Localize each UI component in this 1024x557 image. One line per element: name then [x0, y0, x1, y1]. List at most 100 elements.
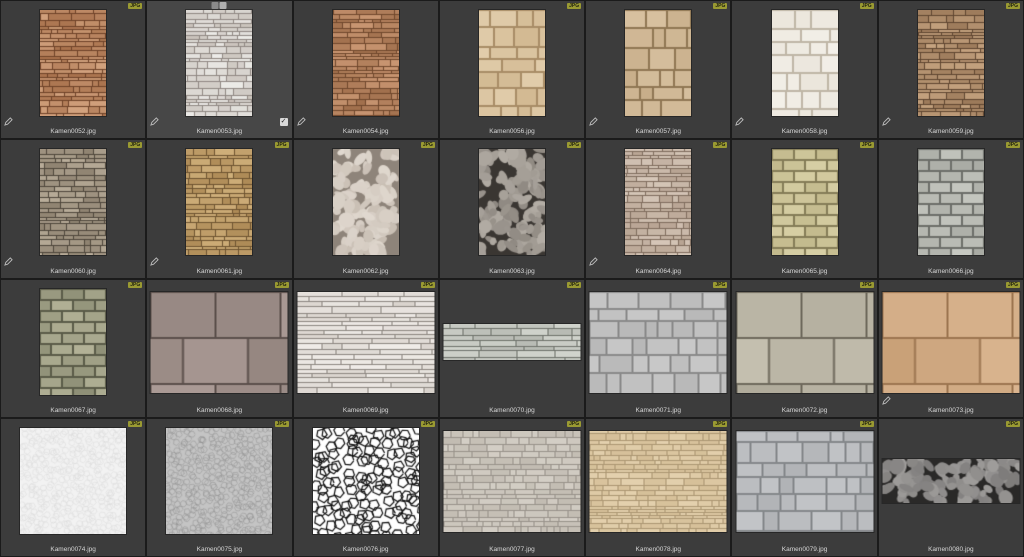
file-name: Kamen0062.jpg	[342, 267, 389, 275]
thumbnail-cell[interactable]: JPG Kamen0060.jpg	[1, 140, 146, 278]
file-type-badge: JPG	[567, 281, 582, 288]
texture-thumbnail[interactable]	[40, 149, 107, 256]
texture-thumbnail[interactable]	[186, 149, 253, 256]
thumbnail-cell[interactable]: JPG Kamen0078.jpg	[586, 418, 731, 556]
texture-thumbnail[interactable]	[589, 291, 727, 393]
thumbnail-cell[interactable]: JPG Kamen0070.jpg	[439, 279, 585, 417]
texture-thumbnail[interactable]	[625, 10, 692, 116]
file-type-badge: JPG	[859, 281, 874, 288]
file-type-badge: JPG	[420, 142, 435, 149]
texture-thumbnail[interactable]	[186, 10, 253, 116]
file-name: Kamen0072.jpg	[781, 406, 828, 414]
thumbnail-cell[interactable]: JPG Kamen0068.jpg	[147, 279, 292, 417]
texture-thumbnail[interactable]	[882, 291, 1020, 393]
thumbnail-cell[interactable]: JPG Kamen0075.jpg	[147, 418, 292, 556]
texture-thumbnail[interactable]	[882, 458, 1020, 503]
texture-thumbnail[interactable]	[166, 427, 273, 534]
texture-thumbnail[interactable]	[917, 10, 984, 116]
file-type-badge: JPG	[713, 3, 728, 9]
texture-thumbnail[interactable]	[478, 10, 545, 116]
pencil-icon[interactable]	[881, 396, 891, 405]
thumbnail-cell[interactable]: JPG Kamen0064.jpg	[586, 140, 731, 278]
file-type-badge: JPG	[274, 420, 289, 427]
texture-thumbnail[interactable]	[478, 149, 545, 256]
thumbnail-cell[interactable]: JPG Kamen0073.jpg	[878, 279, 1023, 417]
thumbnail-cell[interactable]: JPG Kamen0059.jpg	[878, 1, 1023, 139]
file-type-badge: JPG	[274, 281, 289, 288]
edit-icon[interactable]	[219, 2, 227, 9]
file-name: Kamen0074.jpg	[50, 546, 96, 553]
thumbnail-cell[interactable]: JPG Kamen0062.jpg	[293, 140, 438, 278]
thumbnail-cell[interactable]: JPG Kamen0080.jpg	[878, 418, 1023, 556]
thumbnail-cell[interactable]: JPG Kamen0061.jpg	[147, 140, 292, 278]
texture-thumbnail[interactable]	[332, 10, 399, 116]
thumbnail-cell[interactable]: JPG Kamen0056.jpg	[439, 1, 585, 139]
thumbnail-cell[interactable]: JPG Kamen0066.jpg	[878, 140, 1023, 278]
file-name: Kamen0066.jpg	[928, 267, 974, 275]
pencil-icon[interactable]	[296, 117, 306, 127]
texture-thumbnail[interactable]	[20, 427, 127, 534]
thumbnail-cell[interactable]: JPG Kamen0058.jpg	[732, 1, 877, 139]
thumbnail-grid: JPG Kamen0052.jpg ✓ Kamen0053.jpg Kamen0054.…	[0, 0, 1024, 557]
pencil-icon[interactable]	[881, 117, 891, 127]
file-name: Kamen0077.jpg	[489, 546, 535, 553]
file-name: Kamen0054.jpg	[342, 128, 389, 136]
thumbnail-cell[interactable]: JPG Kamen0052.jpg	[1, 1, 146, 139]
file-type-badge: JPG	[567, 420, 582, 427]
file-name: Kamen0059.jpg	[928, 128, 974, 136]
file-name: Kamen0052.jpg	[50, 128, 96, 136]
file-type-badge: JPG	[567, 3, 582, 9]
thumbnail-cell[interactable]: JPG Kamen0071.jpg	[586, 279, 731, 417]
pencil-icon[interactable]	[4, 117, 13, 127]
file-type-badge: JPG	[128, 142, 143, 149]
pencil-icon[interactable]	[150, 117, 160, 127]
texture-thumbnail[interactable]	[40, 10, 107, 116]
thumbnail-cell[interactable]: JPG Kamen0076.jpg	[293, 418, 438, 556]
thumbnail-cell[interactable]: JPG Kamen0072.jpg	[732, 279, 877, 417]
thumbnail-cell[interactable]: ✓ Kamen0053.jpg	[147, 1, 292, 139]
texture-thumbnail[interactable]	[589, 430, 727, 532]
thumbnail-cell[interactable]: JPG Kamen0065.jpg	[732, 140, 877, 278]
pencil-icon[interactable]	[589, 117, 598, 127]
texture-thumbnail[interactable]	[297, 291, 435, 393]
texture-thumbnail[interactable]	[312, 427, 419, 534]
file-name: Kamen0060.jpg	[50, 267, 96, 275]
pencil-icon[interactable]	[735, 117, 745, 127]
thumbnail-toolbar	[211, 2, 227, 9]
file-type-badge: JPG	[713, 142, 728, 149]
thumbnail-cell[interactable]: JPG Kamen0067.jpg	[1, 279, 146, 417]
pencil-icon[interactable]	[150, 256, 160, 266]
texture-thumbnail[interactable]	[443, 323, 581, 360]
thumbnail-cell[interactable]: JPG Kamen0063.jpg	[439, 140, 585, 278]
texture-thumbnail[interactable]	[771, 10, 838, 116]
thumbnail-cell[interactable]: JPG Kamen0069.jpg	[293, 279, 438, 417]
texture-thumbnail[interactable]	[150, 291, 288, 393]
file-name: Kamen0057.jpg	[635, 128, 682, 136]
thumbnail-cell[interactable]: JPG Kamen0057.jpg	[586, 1, 731, 139]
file-type-badge: JPG	[1005, 420, 1020, 427]
texture-thumbnail[interactable]	[917, 149, 984, 256]
texture-thumbnail[interactable]	[625, 149, 692, 256]
texture-thumbnail[interactable]	[40, 288, 107, 395]
file-name: Kamen0075.jpg	[196, 546, 243, 553]
file-name: Kamen0073.jpg	[928, 406, 974, 414]
texture-thumbnail[interactable]	[771, 149, 838, 256]
file-type-badge: JPG	[1005, 3, 1020, 9]
checkbox-checked-icon[interactable]: ✓	[279, 118, 288, 127]
pencil-icon[interactable]	[4, 256, 13, 266]
file-type-badge: JPG	[128, 281, 143, 288]
file-name: Kamen0068.jpg	[196, 406, 243, 414]
file-type-badge: JPG	[859, 420, 874, 427]
thumbnail-cell[interactable]: JPG Kamen0079.jpg	[732, 418, 877, 556]
file-name: Kamen0071.jpg	[635, 406, 682, 414]
file-type-badge: JPG	[859, 142, 874, 149]
texture-thumbnail[interactable]	[736, 430, 874, 532]
pencil-icon[interactable]	[589, 256, 598, 266]
thumbnail-cell[interactable]: JPG Kamen0077.jpg	[439, 418, 585, 556]
texture-thumbnail[interactable]	[443, 430, 581, 532]
texture-thumbnail[interactable]	[332, 149, 399, 256]
frame-icon[interactable]	[211, 2, 219, 9]
thumbnail-cell[interactable]: JPG Kamen0074.jpg	[1, 418, 146, 556]
texture-thumbnail[interactable]	[736, 291, 874, 393]
thumbnail-cell[interactable]: Kamen0054.jpg	[293, 1, 438, 139]
